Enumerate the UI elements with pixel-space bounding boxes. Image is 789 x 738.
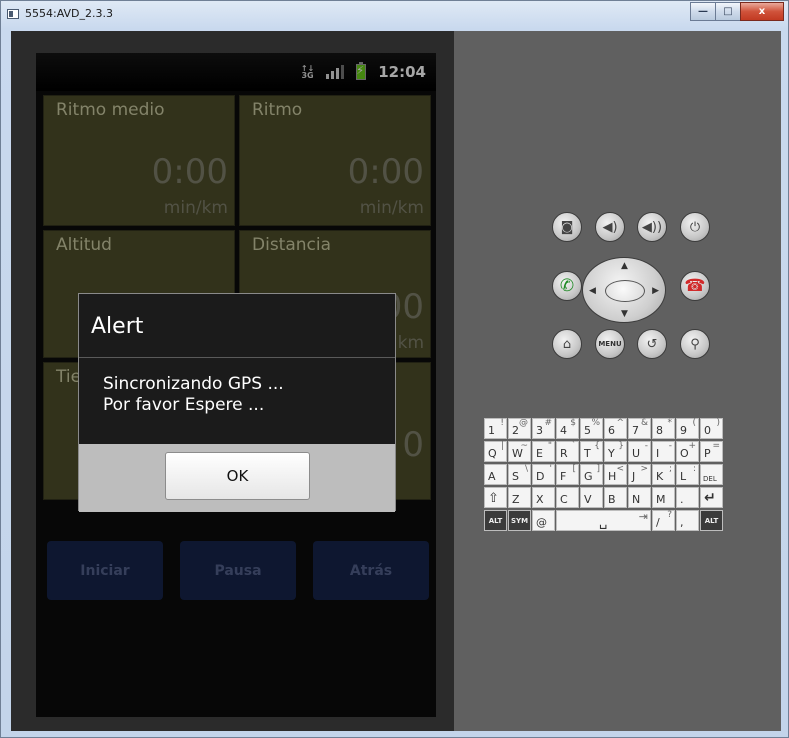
keyboard-row: 1! 2 @ 3 # 4 $ 5% 6 ^ 7 & 8 * 9( 0) [484, 418, 785, 439]
device-frame: ↑↓3G 12:04 Ritmo medio 0:00 [11, 31, 454, 731]
minimize-button[interactable]: — [690, 2, 716, 21]
slash-key[interactable]: /? [652, 510, 675, 531]
key[interactable]: Q | [484, 441, 507, 462]
keyboard-row: A S \ D ' F[ G] H < J > K; L: DEL [484, 464, 785, 485]
key[interactable]: 4 $ [556, 418, 579, 439]
dpad-center-button[interactable] [605, 280, 645, 302]
dialog-divider [79, 357, 395, 358]
dialog-message-line: Sincronizando GPS ... [103, 374, 284, 394]
key[interactable]: E " [532, 441, 555, 462]
home-icon[interactable]: ⌂ [552, 329, 582, 359]
dpad-left-icon[interactable]: ◀ [589, 286, 596, 296]
key[interactable]: V [580, 487, 603, 508]
key[interactable]: X [532, 487, 555, 508]
search-icon[interactable]: ⚲ [680, 329, 710, 359]
key[interactable]: K; [652, 464, 675, 485]
key[interactable]: 0) [700, 418, 723, 439]
key[interactable]: A [484, 464, 507, 485]
emulator-body: ↑↓3G 12:04 Ritmo medio 0:00 [11, 31, 781, 731]
dpad[interactable]: ▲ ▼ ◀ ▶ [582, 257, 666, 323]
key[interactable]: 1! [484, 418, 507, 439]
key[interactable]: M [652, 487, 675, 508]
app-icon [7, 9, 19, 19]
phone-screen: ↑↓3G 12:04 Ritmo medio 0:00 [36, 53, 436, 717]
key[interactable]: 8 * [652, 418, 675, 439]
key[interactable]: T{ [580, 441, 603, 462]
key[interactable]: F[ [556, 464, 579, 485]
key[interactable]: 6 ^ [604, 418, 627, 439]
menu-button[interactable]: MENU [595, 329, 625, 359]
volume-down-icon[interactable]: ◀) [595, 212, 625, 242]
key[interactable]: 5% [580, 418, 603, 439]
keyboard-row: Q | W ~ E " R ` T{ Y} U- I- O + P = [484, 441, 785, 462]
power-icon[interactable]: ⏻ [680, 212, 710, 242]
key[interactable]: G] [580, 464, 603, 485]
key[interactable]: B [604, 487, 627, 508]
key[interactable]: H < [604, 464, 627, 485]
space-key[interactable]: ␣ ⇥ [556, 510, 651, 531]
ok-button[interactable]: OK [165, 452, 310, 500]
key[interactable]: D ' [532, 464, 555, 485]
key[interactable]: Z [508, 487, 531, 508]
alt-key[interactable]: ALT [484, 510, 507, 531]
at-key[interactable]: @ [532, 510, 555, 531]
key[interactable]: . [676, 487, 699, 508]
key[interactable]: O + [676, 441, 699, 462]
key[interactable]: 2 @ [508, 418, 531, 439]
close-button[interactable]: x [740, 2, 784, 21]
shift-key[interactable]: ⇧ [484, 487, 507, 508]
hardware-controls-panel: ◙ ◀) ◀)) ⏻ ✆ ▲ ▼ ◀ ▶ ☎ ⌂ MENU ↺ ⚲ 1! 2 @… [454, 31, 781, 731]
end-call-icon[interactable]: ☎ [680, 271, 710, 301]
comma-key[interactable]: , [676, 510, 699, 531]
key[interactable]: U- [628, 441, 651, 462]
alt-right-key[interactable]: ALT [700, 510, 723, 531]
keyboard-row: ALT SYM @ ␣ ⇥ /? , ALT [484, 510, 785, 531]
hardware-keyboard: 1! 2 @ 3 # 4 $ 5% 6 ^ 7 & 8 * 9( 0) Q | W ~ E " R… [484, 418, 785, 533]
call-icon[interactable]: ✆ [552, 271, 582, 301]
key[interactable]: C [556, 487, 579, 508]
dialog-message-line: Por favor Espere ... [103, 395, 265, 415]
back-icon[interactable]: ↺ [637, 329, 667, 359]
key[interactable]: S \ [508, 464, 531, 485]
title-bar[interactable]: 5554:AVD_2.3.3 — □ x [1, 1, 788, 31]
dpad-right-icon[interactable]: ▶ [652, 286, 659, 296]
sym-key[interactable]: SYM [508, 510, 531, 531]
key[interactable]: 3 # [532, 418, 555, 439]
dpad-down-icon[interactable]: ▼ [621, 309, 628, 319]
volume-up-icon[interactable]: ◀)) [637, 212, 667, 242]
key[interactable]: W ~ [508, 441, 531, 462]
dialog-message: Sincronizando GPS ... Por favor Espere .… [103, 374, 284, 416]
emulator-window: 5554:AVD_2.3.3 — □ x ↑↓3G 1 [0, 0, 789, 738]
window-title: 5554:AVD_2.3.3 [25, 7, 114, 20]
key[interactable]: N [628, 487, 651, 508]
key[interactable]: P = [700, 441, 723, 462]
dpad-up-icon[interactable]: ▲ [621, 261, 628, 271]
key[interactable]: 7 & [628, 418, 651, 439]
keyboard-row: ⇧ Z X C V B N M . ↵ [484, 487, 785, 508]
camera-icon[interactable]: ◙ [552, 212, 582, 242]
key[interactable]: Y} [604, 441, 627, 462]
key[interactable]: R ` [556, 441, 579, 462]
key[interactable]: J > [628, 464, 651, 485]
key[interactable]: L: [676, 464, 699, 485]
maximize-button[interactable]: □ [715, 2, 741, 21]
enter-key[interactable]: ↵ [700, 487, 723, 508]
alert-dialog: Alert Sincronizando GPS ... Por favor Es… [78, 293, 396, 512]
key[interactable]: 9( [676, 418, 699, 439]
key[interactable]: I- [652, 441, 675, 462]
window-controls: — □ x [690, 2, 784, 21]
dialog-title: Alert [91, 314, 144, 339]
dialog-button-bar: OK [79, 444, 395, 512]
delete-key[interactable]: DEL [700, 464, 723, 485]
